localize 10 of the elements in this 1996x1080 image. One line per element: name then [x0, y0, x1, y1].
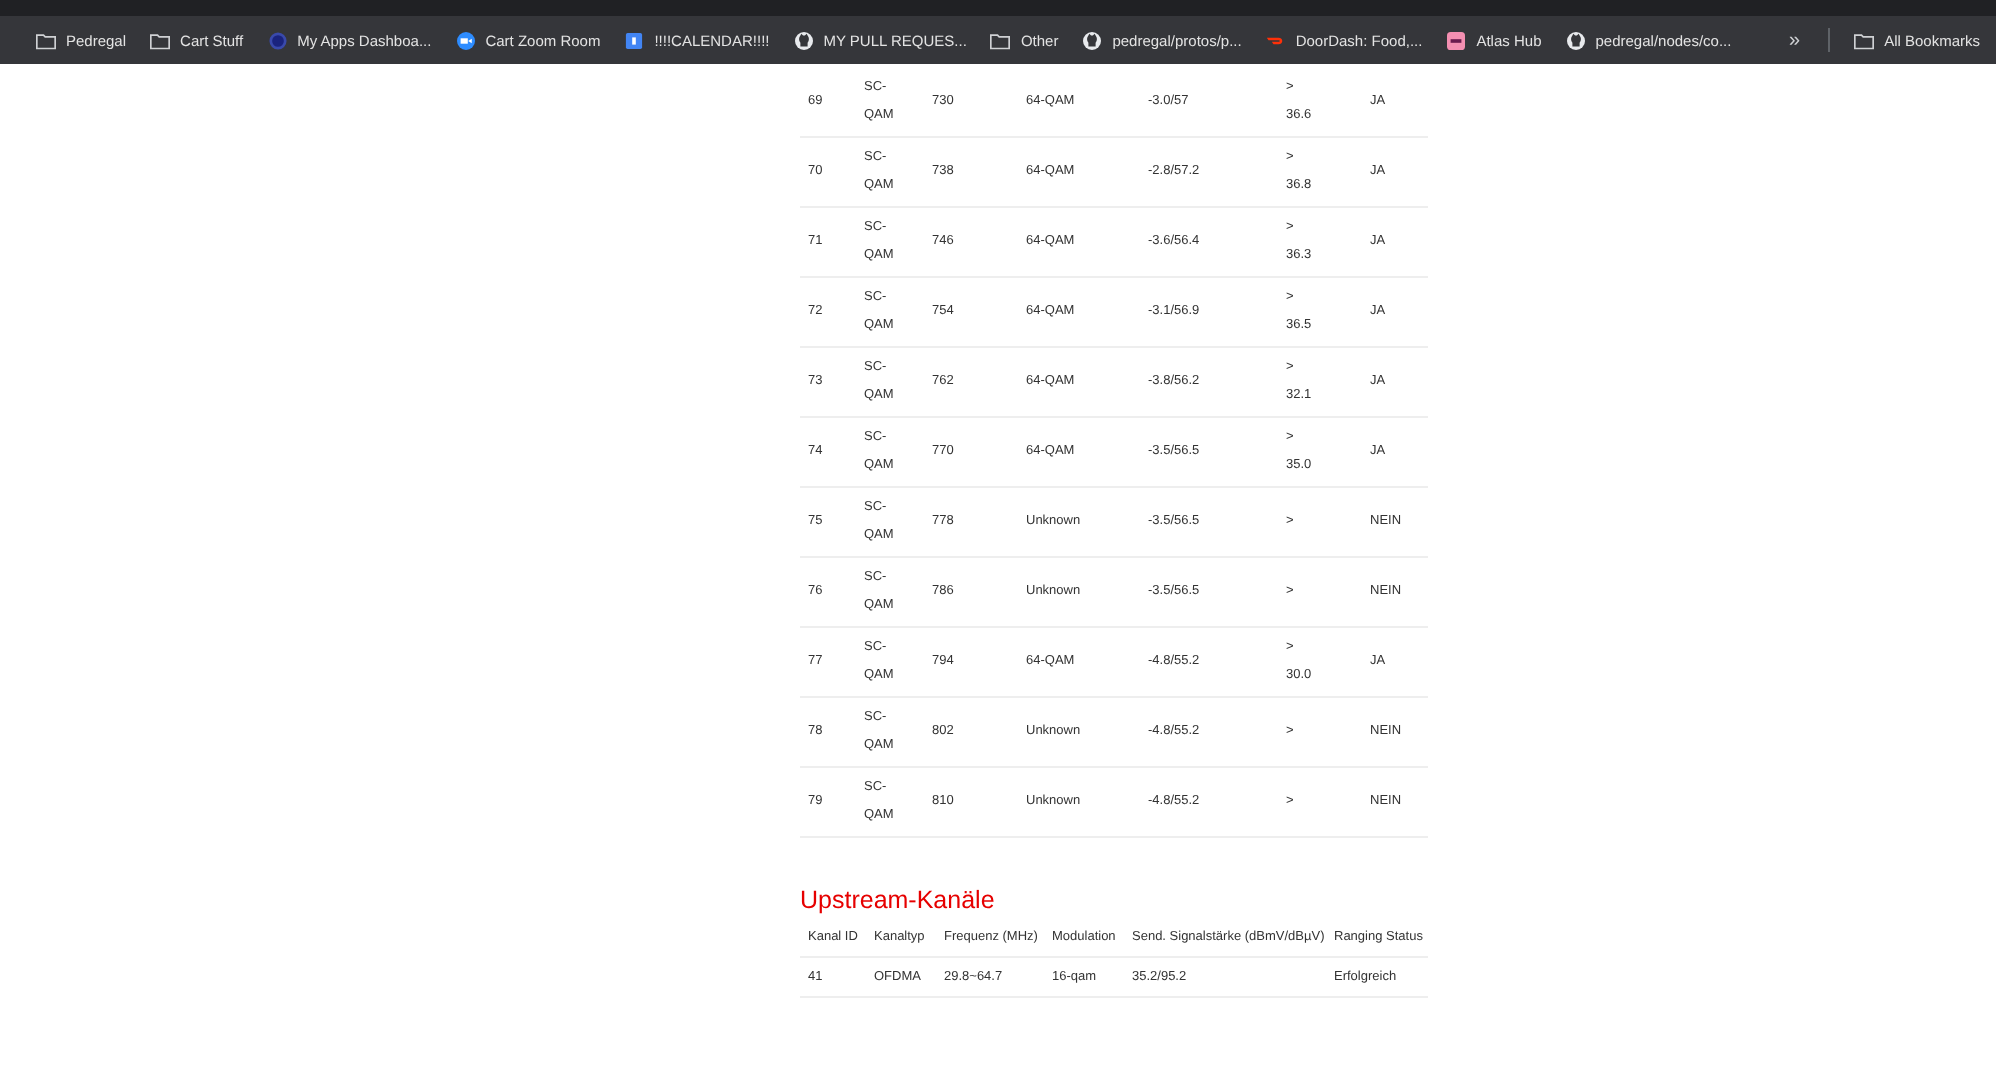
folder-icon [990, 31, 1011, 49]
folder-icon [36, 31, 56, 49]
folder-icon [1854, 31, 1875, 49]
camera-icon [455, 31, 476, 49]
more-bookmarks-button[interactable]: » [1785, 29, 1805, 51]
circle-icon [267, 31, 288, 49]
calendar-icon [624, 31, 645, 49]
square-icon [1446, 31, 1467, 49]
section-heading: Upstream-Kanäle [800, 886, 997, 914]
folder-icon [150, 31, 171, 49]
